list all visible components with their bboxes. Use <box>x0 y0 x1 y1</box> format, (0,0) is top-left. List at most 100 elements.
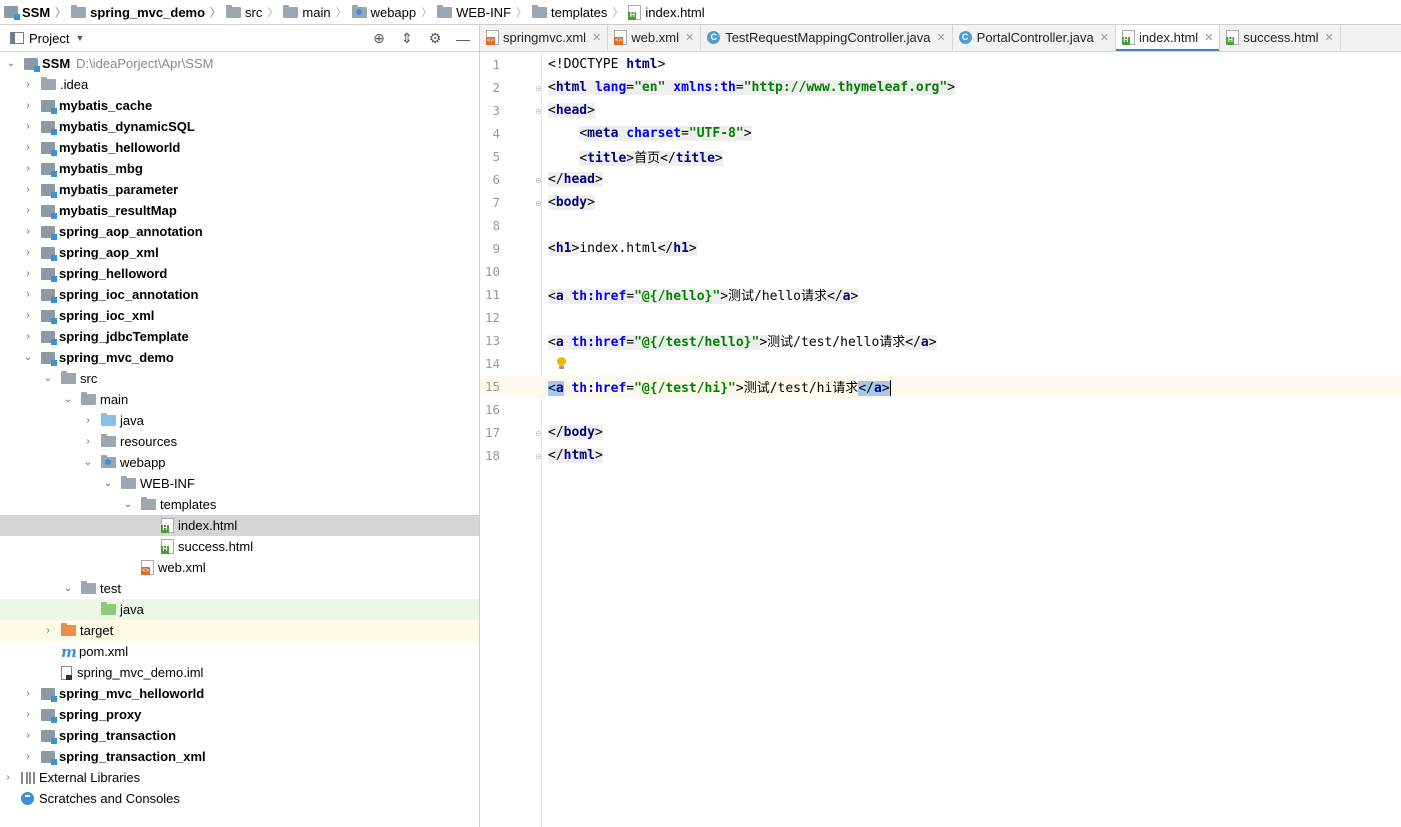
close-icon[interactable]: ✕ <box>1100 31 1109 44</box>
chevron-right-icon[interactable]: › <box>21 247 35 258</box>
tree-item-web-xml[interactable]: web.xml <box>0 557 479 578</box>
tree-item-test[interactable]: ⌄ test <box>0 578 479 599</box>
chevron-right-icon[interactable]: › <box>21 121 35 132</box>
fold-marker-icon[interactable]: ⊖ <box>535 452 543 461</box>
chevron-right-icon[interactable]: › <box>21 226 35 237</box>
close-icon[interactable]: ✕ <box>592 31 601 44</box>
chevron-right-icon[interactable]: › <box>41 625 55 636</box>
chevron-right-icon[interactable]: › <box>21 331 35 342</box>
chevron-down-icon[interactable]: ⌄ <box>61 394 75 405</box>
tree-item-spring-mvc-demo[interactable]: ⌄ spring_mvc_demo <box>0 347 479 368</box>
chevron-right-icon[interactable]: › <box>21 163 35 174</box>
breadcrumb-src[interactable]: src 〉 <box>226 0 283 25</box>
chevron-right-icon[interactable]: › <box>21 688 35 699</box>
tree-item-target[interactable]: › target <box>0 620 479 641</box>
tree-item-module[interactable]: › mybatis_mbg <box>0 158 479 179</box>
tree-item-java[interactable]: › java <box>0 410 479 431</box>
chevron-down-icon[interactable]: ⌄ <box>61 583 75 594</box>
close-icon[interactable]: ✕ <box>936 31 945 44</box>
fold-marker-icon[interactable]: ⊖ <box>535 429 543 438</box>
chevron-right-icon[interactable]: › <box>21 205 35 216</box>
fold-marker-icon[interactable]: ⊖ <box>535 84 543 93</box>
breadcrumb-spring-mvc-demo[interactable]: spring_mvc_demo 〉 <box>71 0 226 25</box>
code-line[interactable]: 17 ⊖ </body> <box>480 421 1401 444</box>
tree-item-module[interactable]: › spring_ioc_annotation <box>0 284 479 305</box>
chevron-right-icon[interactable]: › <box>21 268 35 279</box>
tree-item-module[interactable]: › mybatis_parameter <box>0 179 479 200</box>
code-line[interactable]: 8 <box>480 214 1401 237</box>
tree-item-success-html[interactable]: success.html <box>0 536 479 557</box>
chevron-right-icon[interactable]: › <box>21 310 35 321</box>
fold-marker-icon[interactable]: ⊖ <box>535 199 543 208</box>
code-line[interactable]: 5 <title>首页</title> <box>480 145 1401 168</box>
lightbulb-icon[interactable] <box>556 357 566 369</box>
code-line[interactable]: 2 ⊖ <html lang="en" xmlns:th="http://www.… <box>480 76 1401 99</box>
chevron-right-icon[interactable]: › <box>81 415 95 426</box>
breadcrumb-webapp[interactable]: webapp 〉 <box>351 0 438 25</box>
code-line[interactable]: 16 <box>480 398 1401 421</box>
tree-item-module[interactable]: › mybatis_helloworld <box>0 137 479 158</box>
chevron-down-icon[interactable]: ⌄ <box>4 58 18 69</box>
tree-item-scratches[interactable]: Scratches and Consoles <box>0 788 479 809</box>
chevron-right-icon[interactable]: › <box>1 772 15 783</box>
breadcrumb-templates[interactable]: templates 〉 <box>532 0 628 25</box>
chevron-right-icon[interactable]: › <box>21 142 35 153</box>
chevron-right-icon[interactable]: › <box>21 709 35 720</box>
tree-item-module[interactable]: › spring_ioc_xml <box>0 305 479 326</box>
tree-item-test-java[interactable]: java <box>0 599 479 620</box>
collapse-all-icon[interactable]: ⇕ <box>399 30 415 47</box>
tab-test-request-mapping-controller[interactable]: C TestRequestMappingController.java ✕ <box>701 25 953 51</box>
code-line[interactable]: 3 ⊖ <head> <box>480 99 1401 122</box>
code-line[interactable]: 13 <a th:href="@{/test/hello}">测试/test/h… <box>480 329 1401 352</box>
hide-panel-icon[interactable]: — <box>455 31 471 47</box>
tree-item-module[interactable]: › spring_transaction <box>0 725 479 746</box>
tree-item-external-libraries[interactable]: › External Libraries <box>0 767 479 788</box>
tree-item-resources[interactable]: › resources <box>0 431 479 452</box>
chevron-right-icon[interactable]: › <box>21 184 35 195</box>
code-line-current[interactable]: 15 <a th:href="@{/test/hi}">测试/test/hi请求… <box>480 375 1401 398</box>
code-line[interactable]: 12 <box>480 306 1401 329</box>
code-line[interactable]: 14 <box>480 352 1401 375</box>
fold-marker-icon[interactable]: ⊖ <box>535 107 543 116</box>
tab-portal-controller[interactable]: C PortalController.java ✕ <box>952 25 1116 51</box>
tree-item-module[interactable]: › spring_jdbcTemplate <box>0 326 479 347</box>
tree-item-module[interactable]: › mybatis_dynamicSQL <box>0 116 479 137</box>
project-view-selector[interactable]: Project <box>29 31 69 46</box>
tree-item-module[interactable]: › spring_mvc_helloworld <box>0 683 479 704</box>
dropdown-arrow-icon[interactable]: ▼ <box>75 33 84 43</box>
close-icon[interactable]: ✕ <box>685 31 694 44</box>
locate-file-icon[interactable]: ⊕ <box>371 30 387 47</box>
tree-item-src[interactable]: ⌄ src <box>0 368 479 389</box>
tree-item-module[interactable]: › mybatis_resultMap <box>0 200 479 221</box>
close-icon[interactable]: ✕ <box>1325 31 1334 44</box>
chevron-right-icon[interactable]: › <box>21 79 35 90</box>
tree-item-module[interactable]: › spring_aop_xml <box>0 242 479 263</box>
tree-item-main[interactable]: ⌄ main <box>0 389 479 410</box>
tree-item-templates[interactable]: ⌄ templates <box>0 494 479 515</box>
close-icon[interactable]: ✕ <box>1204 31 1213 44</box>
breadcrumb-ssm[interactable]: SSM 〉 <box>4 0 71 25</box>
tree-item-web-inf[interactable]: ⌄ WEB-INF <box>0 473 479 494</box>
chevron-right-icon[interactable]: › <box>21 730 35 741</box>
tree-item-module[interactable]: › spring_transaction_xml <box>0 746 479 767</box>
code-line[interactable]: 10 <box>480 260 1401 283</box>
fold-marker-icon[interactable]: ⊖ <box>535 176 543 185</box>
tree-item-idea[interactable]: › .idea <box>0 74 479 95</box>
tab-springmvc-xml[interactable]: springmvc.xml ✕ <box>480 25 609 51</box>
code-line[interactable]: 18 ⊖ </html> <box>480 444 1401 467</box>
chevron-down-icon[interactable]: ⌄ <box>101 478 115 489</box>
chevron-right-icon[interactable]: › <box>81 436 95 447</box>
tree-item-ssm[interactable]: ⌄ SSM D:\ideaPorject\Apr\SSM <box>0 53 479 74</box>
chevron-right-icon[interactable]: › <box>21 100 35 111</box>
gear-icon[interactable]: ⚙ <box>427 30 443 47</box>
code-line[interactable]: 11 <a th:href="@{/hello}">测试/hello请求</a> <box>480 283 1401 306</box>
code-line[interactable]: 9 <h1>index.html</h1> <box>480 237 1401 260</box>
chevron-down-icon[interactable]: ⌄ <box>121 499 135 510</box>
tab-index-html[interactable]: index.html ✕ <box>1115 25 1221 51</box>
code-line[interactable]: 1 <!DOCTYPE html> <box>480 53 1401 76</box>
tree-item-module[interactable]: › spring_helloword <box>0 263 479 284</box>
tab-success-html[interactable]: success.html ✕ <box>1220 25 1341 51</box>
chevron-right-icon[interactable]: › <box>21 751 35 762</box>
breadcrumb-web-inf[interactable]: WEB-INF 〉 <box>437 0 532 25</box>
tree-item-pom-xml[interactable]: m pom.xml <box>0 641 479 662</box>
